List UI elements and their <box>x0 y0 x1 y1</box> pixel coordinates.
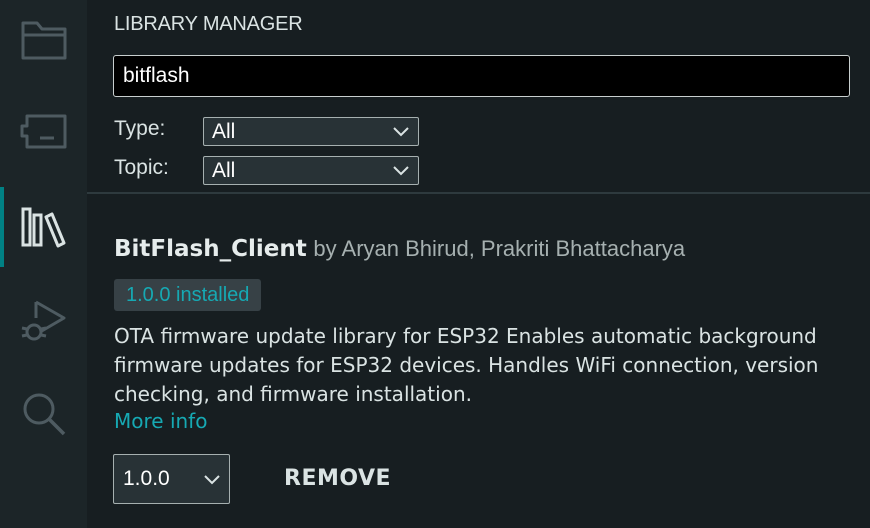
library-manager-window: LIBRARY MANAGER Type: All Topic: All Bit… <box>0 0 870 528</box>
library-search-input[interactable] <box>113 55 850 97</box>
installed-version-badge: 1.0.0 installed <box>114 279 262 311</box>
remove-button[interactable]: REMOVE <box>272 462 403 496</box>
more-info-link[interactable]: More info <box>114 409 207 433</box>
chevron-down-icon <box>393 166 409 176</box>
library-header: BitFlash_Client by Aryan Bhirud, Prakrit… <box>114 235 685 263</box>
type-filter-select[interactable]: All <box>203 117 419 146</box>
boards-manager-button[interactable] <box>0 92 87 172</box>
search-icon <box>23 393 65 436</box>
chevron-down-icon <box>204 475 220 485</box>
folder-icon <box>21 21 66 60</box>
panel-title: LIBRARY MANAGER <box>114 13 303 35</box>
topic-filter-select[interactable]: All <box>203 156 419 185</box>
library-icon <box>21 207 65 248</box>
library-manager-panel: LIBRARY MANAGER Type: All Topic: All Bit… <box>87 0 870 528</box>
search-button[interactable] <box>0 374 87 454</box>
library-name: BitFlash_Client <box>114 236 307 262</box>
debug-button[interactable] <box>0 282 87 362</box>
board-icon <box>20 114 66 149</box>
library-author: by Aryan Bhirud, Prakriti Bhattacharya <box>313 236 686 261</box>
debug-icon <box>21 300 65 341</box>
activity-bar <box>0 0 87 528</box>
chevron-down-icon <box>393 127 409 137</box>
library-manager-button[interactable] <box>0 187 87 267</box>
type-filter-label: Type: <box>114 117 166 140</box>
topic-filter-value: All <box>212 159 236 182</box>
topic-filter-label: Topic: <box>114 156 169 179</box>
version-select-value: 1.0.0 <box>123 467 170 490</box>
version-select[interactable]: 1.0.0 <box>113 454 230 504</box>
type-filter-value: All <box>212 120 236 143</box>
library-description: OTA firmware update library for ESP32 En… <box>114 324 819 406</box>
sketchbook-button[interactable] <box>0 0 87 80</box>
divider <box>87 192 870 194</box>
